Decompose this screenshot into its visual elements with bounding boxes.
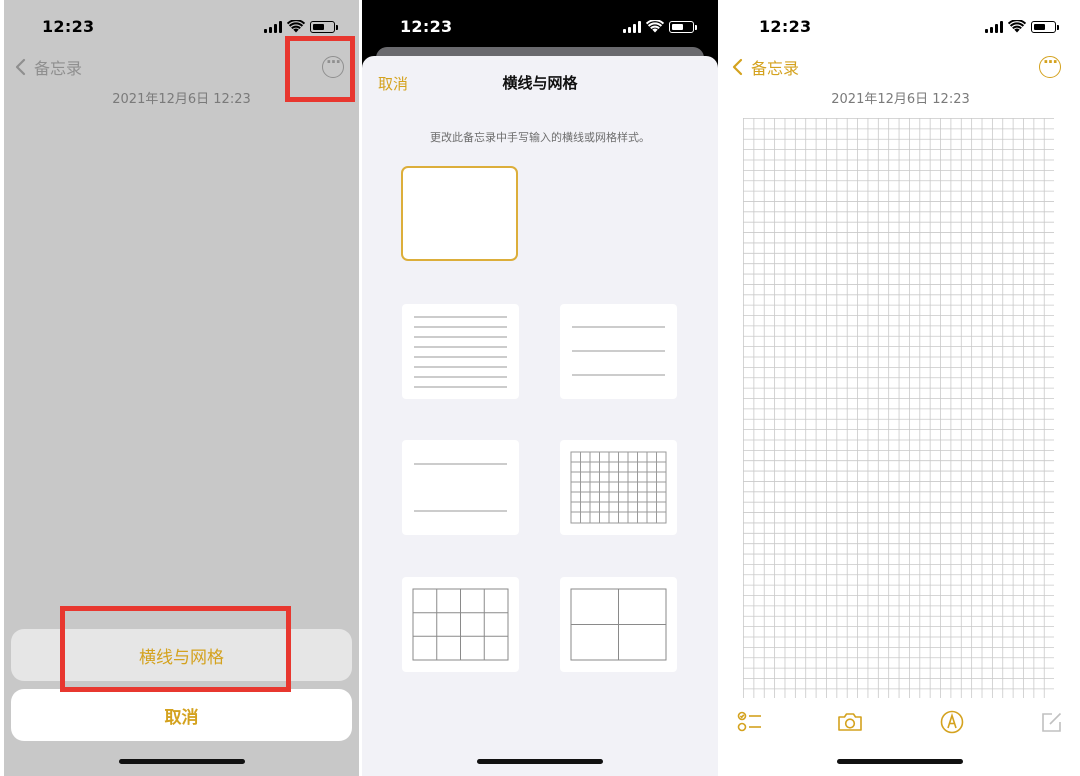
style-large-grid[interactable] xyxy=(560,577,677,672)
note-date: 2021年12月6日 12:23 xyxy=(831,92,970,107)
home-indicator xyxy=(477,759,603,764)
more-options-icon[interactable] xyxy=(1039,53,1061,78)
status-time: 12:23 xyxy=(759,17,812,36)
chevron-left-icon xyxy=(732,58,743,76)
home-indicator xyxy=(119,759,245,764)
highlight-box-more xyxy=(285,36,355,102)
wifi-icon xyxy=(646,20,664,33)
style-small-grid[interactable] xyxy=(560,440,677,535)
back-button[interactable]: 备忘录 xyxy=(12,55,82,79)
lines-grids-sheet: 取消 横线与网格 更改此备忘录中手写输入的横线或网格样式。 xyxy=(362,56,718,776)
cancel-button[interactable]: 取消 xyxy=(11,689,352,741)
status-bar: 12:23 xyxy=(362,0,718,54)
battery-icon xyxy=(1031,20,1059,33)
style-medium-lines[interactable] xyxy=(560,304,677,399)
wifi-icon xyxy=(1008,20,1026,33)
status-time: 12:23 xyxy=(42,17,95,36)
small-grid-preview xyxy=(570,451,667,524)
narrow-lines-preview xyxy=(414,316,507,388)
panel-grid-note: 12:23 备忘录 2021年12月6日 12:23 xyxy=(721,0,1080,776)
large-grid-preview xyxy=(570,588,667,661)
panel-more-menu: 12:23 备忘录 2021年12月6日 12:23 横线与网格 取消 xyxy=(4,0,359,776)
camera-icon[interactable] xyxy=(837,710,863,734)
battery-icon xyxy=(669,20,697,33)
style-medium-grid[interactable] xyxy=(402,577,519,672)
status-time: 12:23 xyxy=(400,17,453,36)
grid-background[interactable] xyxy=(743,118,1054,698)
signal-icon xyxy=(985,20,1003,33)
home-indicator xyxy=(837,759,963,764)
style-wide-lines[interactable] xyxy=(402,440,519,535)
style-narrow-lines[interactable] xyxy=(402,304,519,399)
back-label: 备忘录 xyxy=(34,59,83,78)
signal-icon xyxy=(623,20,641,33)
back-label: 备忘录 xyxy=(751,59,800,78)
style-blank[interactable] xyxy=(401,166,518,261)
status-bar: 12:23 xyxy=(721,0,1080,54)
sheet-description: 更改此备忘录中手写输入的横线或网格样式。 xyxy=(430,131,650,144)
medium-grid-preview xyxy=(412,588,509,661)
medium-lines-preview xyxy=(572,326,665,376)
highlight-box-option xyxy=(60,606,291,692)
checklist-icon[interactable] xyxy=(737,710,763,734)
compose-icon[interactable] xyxy=(1039,710,1065,734)
sheet-title: 横线与网格 xyxy=(502,74,578,92)
chevron-left-icon xyxy=(15,58,26,76)
wide-lines-preview xyxy=(414,463,507,512)
wifi-icon xyxy=(287,20,305,33)
panel-lines-and-grids-sheet: 12:23 取消 横线与网格 更改此备忘录中手写输入的横线或网格样式。 xyxy=(362,0,718,776)
back-button[interactable]: 备忘录 xyxy=(729,55,799,79)
markup-icon[interactable] xyxy=(939,710,965,734)
battery-icon xyxy=(310,20,338,33)
signal-icon xyxy=(264,20,282,33)
